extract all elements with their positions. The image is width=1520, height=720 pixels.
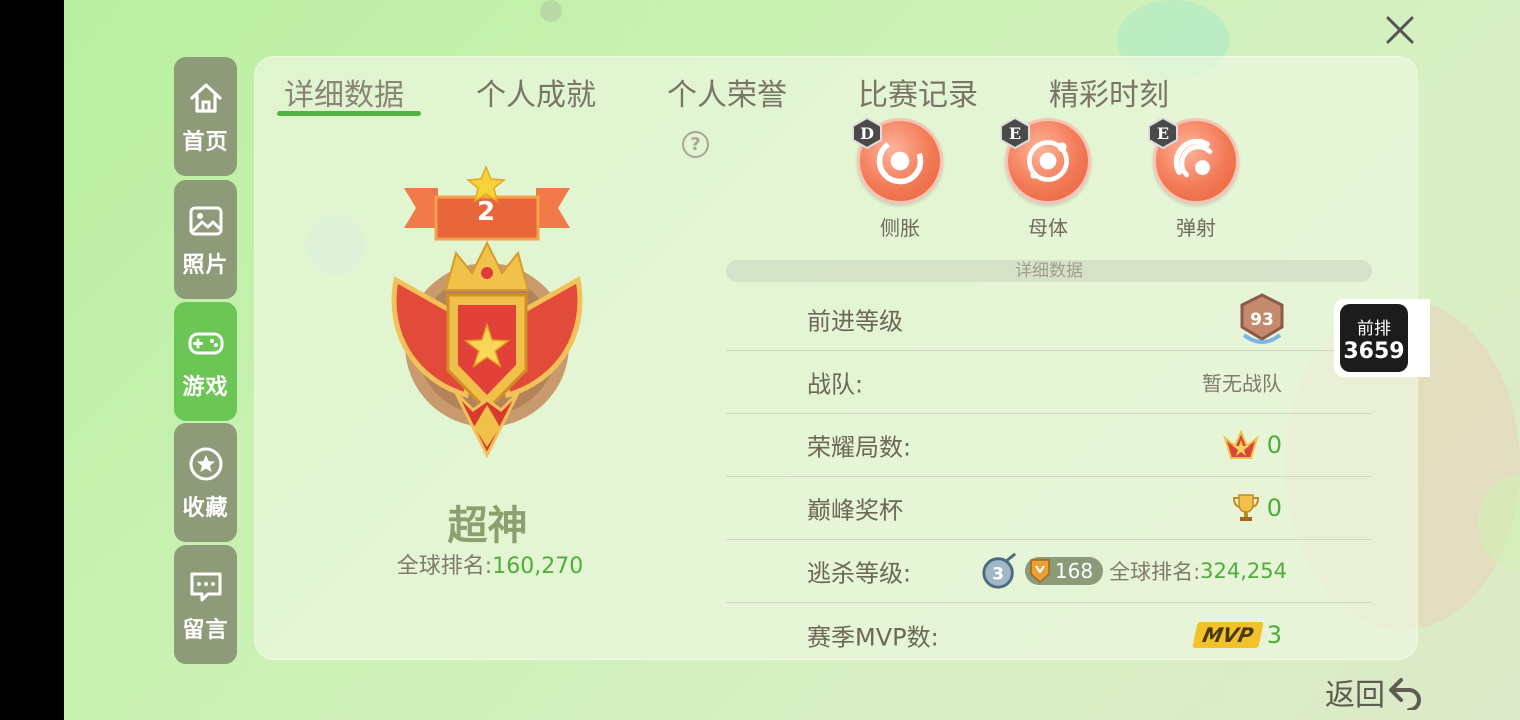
tab-match-history[interactable]: 比赛记录 xyxy=(858,70,978,114)
trophy-icon xyxy=(1232,494,1259,521)
detail-label: 荣耀局数: xyxy=(807,433,912,462)
mvp-count: 3 xyxy=(1266,620,1282,649)
details-header: 详细数据 xyxy=(726,260,1372,282)
global-rank-label: 全球排名: xyxy=(396,554,493,579)
help-button[interactable]: ? xyxy=(682,131,709,158)
detail-value: MVP 3 xyxy=(1191,620,1282,649)
active-tab-indicator xyxy=(277,111,421,116)
skill-item[interactable]: E 弹射 xyxy=(1148,117,1244,241)
rating-value: 168 xyxy=(1054,559,1094,583)
sidebar-item-label: 收藏 xyxy=(182,495,229,521)
detail-label: 前进等级 xyxy=(807,307,903,336)
detail-label: 赛季MVP数: xyxy=(807,623,939,651)
glory-count: 0 xyxy=(1266,431,1282,459)
close-button[interactable] xyxy=(1380,10,1420,50)
trophy-count: 0 xyxy=(1266,494,1282,522)
sidebar-item-label: 首页 xyxy=(182,129,229,155)
medal-level: 2 xyxy=(476,197,496,227)
level-number: 93 xyxy=(1250,310,1274,330)
detail-row: 前进等级 93 xyxy=(726,288,1372,351)
skill-grade: D xyxy=(860,124,874,143)
close-icon xyxy=(1386,16,1414,44)
detail-row: 逃杀等级: 3 168 全球排名: 324,254 xyxy=(726,540,1372,603)
screen-edge-bar xyxy=(0,0,64,720)
br-level: 3 xyxy=(992,565,1004,585)
tab-honors[interactable]: 个人荣誉 xyxy=(667,70,787,114)
sidebar-item-label: 照片 xyxy=(182,252,229,278)
skill-orb: E xyxy=(1000,117,1091,204)
br-rank-value: 324,254 xyxy=(1200,559,1287,583)
tab-highlights[interactable]: 精彩时刻 xyxy=(1049,70,1169,114)
floating-widget-value: 3659 xyxy=(1343,339,1405,364)
detail-row: 巅峰奖杯 0 xyxy=(726,477,1372,540)
team-value: 暂无战队 xyxy=(1202,371,1282,396)
home-icon xyxy=(189,82,222,113)
detail-value: 0 xyxy=(1221,428,1282,462)
skill-name: 弹射 xyxy=(1176,216,1216,240)
detail-label: 战队: xyxy=(807,370,864,399)
skill-item[interactable]: D 侧胀 xyxy=(852,117,948,241)
grade-badge-icon: E xyxy=(1000,117,1030,149)
floating-widget[interactable]: 前排 3659 xyxy=(1334,299,1430,377)
grade-badge-icon: E xyxy=(1148,117,1178,149)
detail-value: 3 168 全球排名: 324,254 xyxy=(981,552,1287,590)
sidebar-item-messages[interactable]: 留言 xyxy=(174,545,237,664)
tab-detailed-data[interactable]: 详细数据 xyxy=(284,70,404,114)
back-arrow-icon xyxy=(1389,678,1421,710)
glory-crest-icon xyxy=(1222,429,1259,459)
sidebar-item-photos[interactable]: 照片 xyxy=(174,180,237,299)
detail-row: 赛季MVP数: MVP 3 xyxy=(726,603,1372,666)
detail-value: 0 xyxy=(1231,491,1282,525)
rating-badge-icon xyxy=(1030,559,1050,584)
rank-title: 超神 xyxy=(447,503,528,549)
sidebar-item-label: 留言 xyxy=(182,617,229,643)
sidebar-item-favorites[interactable]: 收藏 xyxy=(174,423,237,542)
detail-row: 荣耀局数: 0 xyxy=(726,414,1372,477)
sidebar-item-label: 游戏 xyxy=(182,374,229,400)
skill-name: 母体 xyxy=(1028,216,1068,240)
global-rank: 全球排名:160,270 xyxy=(380,548,600,580)
br-rank-label: 全球排名: xyxy=(1109,560,1201,584)
global-rank-value: 160,270 xyxy=(492,554,584,579)
tab-achievements[interactable]: 个人成就 xyxy=(476,70,596,114)
skill-orb: D xyxy=(852,117,943,204)
skill-grade: E xyxy=(1157,124,1169,143)
level-badge-icon: 93 xyxy=(1240,293,1284,344)
skill-name: 侧胀 xyxy=(880,216,920,240)
battle-royale-level-icon: 3 xyxy=(982,552,1016,589)
bg-bubble xyxy=(540,0,562,22)
skill-item[interactable]: E 母体 xyxy=(1000,117,1096,241)
sidebar-item-games[interactable]: 游戏 xyxy=(174,302,237,421)
back-label: 返回 xyxy=(1325,678,1385,713)
detail-label: 巅峰奖杯 xyxy=(807,496,903,525)
detail-value: 93 xyxy=(1232,291,1292,347)
skill-grade: E xyxy=(1009,124,1021,143)
star-icon xyxy=(189,447,222,480)
detail-label: 逃杀等级: xyxy=(807,559,912,588)
gamepad-icon xyxy=(188,332,223,354)
back-button[interactable]: 返回 xyxy=(1325,670,1423,714)
floating-widget-title: 前排 xyxy=(1357,319,1391,339)
rating-pill: 168 xyxy=(1024,557,1104,585)
sidebar-item-home[interactable]: 首页 xyxy=(174,57,237,176)
message-icon xyxy=(190,572,221,601)
mvp-tag: MVP xyxy=(1191,621,1264,648)
photo-icon xyxy=(189,206,222,235)
detail-row: 战队: 暂无战队 xyxy=(726,351,1372,414)
grade-badge-icon: D xyxy=(852,117,882,149)
skill-orb: E xyxy=(1148,117,1239,204)
